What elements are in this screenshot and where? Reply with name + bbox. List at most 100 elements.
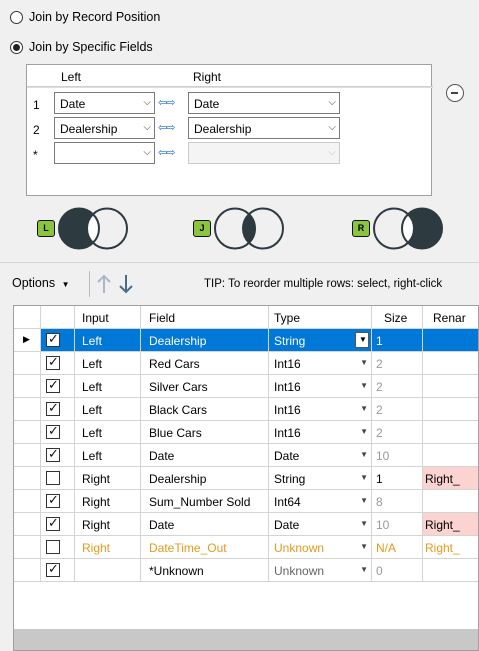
type-dropdown[interactable]: Int16 ▼ bbox=[269, 421, 372, 444]
size-cell[interactable]: 2 bbox=[372, 352, 423, 375]
type-dropdown[interactable]: String ▼ bbox=[269, 329, 372, 352]
join-table-header bbox=[27, 65, 433, 87]
rename-cell[interactable] bbox=[423, 398, 478, 421]
join-right-field-select[interactable]: Dealership ⌵ bbox=[188, 117, 340, 139]
row-header-cell[interactable] bbox=[14, 421, 41, 444]
rename-cell[interactable] bbox=[423, 559, 478, 582]
select-checkbox[interactable] bbox=[46, 377, 60, 393]
rename-column-header[interactable]: Renar bbox=[423, 306, 478, 329]
type-dropdown[interactable]: Unknown ▼ bbox=[269, 536, 372, 559]
type-dropdown[interactable]: Int16 ▼ bbox=[269, 375, 372, 398]
options-menu-button[interactable]: Options ▼ bbox=[12, 276, 70, 290]
row-header-cell[interactable] bbox=[14, 398, 41, 421]
rename-cell[interactable] bbox=[423, 421, 478, 444]
field-cell: Sum_Number Sold bbox=[141, 490, 269, 513]
right-join-output[interactable]: R bbox=[352, 206, 447, 251]
input-column-header[interactable]: Input bbox=[75, 306, 141, 329]
type-value: Int16 bbox=[274, 357, 301, 371]
rename-cell[interactable]: Right_ bbox=[423, 467, 478, 490]
join-right-value: Date bbox=[194, 97, 220, 111]
type-dropdown[interactable]: Date ▼ bbox=[269, 444, 372, 467]
type-dropdown[interactable]: Int16 ▼ bbox=[269, 352, 372, 375]
field-cell: Dealership bbox=[141, 329, 269, 352]
join-row-number: * bbox=[33, 148, 38, 162]
size-cell[interactable]: N/A bbox=[372, 536, 423, 559]
rename-cell[interactable]: Right_ bbox=[423, 536, 478, 559]
remove-row-button[interactable] bbox=[446, 84, 464, 102]
select-checkbox[interactable] bbox=[46, 331, 60, 347]
type-dropdown[interactable]: String ▼ bbox=[269, 467, 372, 490]
size-cell[interactable]: 2 bbox=[372, 421, 423, 444]
type-value: Int16 bbox=[274, 403, 301, 417]
row-header-cell[interactable] bbox=[14, 375, 41, 398]
row-header-cell[interactable] bbox=[14, 444, 41, 467]
join-left-field-select[interactable]: Dealership ⌵ bbox=[54, 117, 155, 139]
inner-join-output[interactable]: J bbox=[193, 206, 288, 251]
type-column-header[interactable]: Type bbox=[269, 306, 372, 329]
select-checkbox[interactable] bbox=[46, 561, 60, 577]
minus-icon bbox=[451, 92, 458, 94]
table-row[interactable]: ▶ LeftDealership String ▼1 bbox=[14, 329, 478, 352]
join-header-left: Left bbox=[61, 70, 82, 84]
select-checkbox[interactable] bbox=[46, 540, 60, 554]
record-position-label: Join by Record Position bbox=[29, 10, 161, 24]
select-checkbox[interactable] bbox=[46, 446, 60, 462]
rename-cell[interactable] bbox=[423, 375, 478, 398]
type-dropdown[interactable]: Int16 ▼ bbox=[269, 398, 372, 421]
select-checkbox[interactable] bbox=[46, 471, 60, 485]
table-row[interactable]: Right Dealership String ▼ 1 Right_ bbox=[14, 467, 478, 490]
left-join-output[interactable]: L bbox=[37, 206, 132, 251]
specific-fields-radio[interactable] bbox=[10, 41, 23, 54]
rename-cell[interactable] bbox=[423, 352, 478, 375]
size-column-header[interactable]: Size bbox=[372, 306, 423, 329]
rename-cell[interactable] bbox=[423, 490, 478, 513]
table-row[interactable]: LeftBlack Cars Int16 ▼ 2 bbox=[14, 398, 478, 421]
record-position-radio[interactable] bbox=[10, 11, 23, 24]
row-header-cell[interactable] bbox=[14, 559, 41, 582]
table-row[interactable]: LeftSilver Cars Int16 ▼ 2 bbox=[14, 375, 478, 398]
row-header-cell[interactable] bbox=[14, 513, 41, 536]
right-anchor-label: R bbox=[357, 223, 365, 233]
type-dropdown[interactable]: Date ▼ bbox=[269, 513, 372, 536]
table-row[interactable]: LeftBlue Cars Int16 ▼ 2 bbox=[14, 421, 478, 444]
row-header-cell[interactable]: ▶ bbox=[14, 329, 41, 352]
size-cell[interactable]: 0 bbox=[372, 559, 423, 582]
select-checkbox[interactable] bbox=[46, 354, 60, 370]
field-cell: Red Cars bbox=[141, 352, 269, 375]
size-cell[interactable]: 1 bbox=[372, 329, 423, 352]
field-column-header[interactable]: Field bbox=[141, 306, 269, 329]
join-left-field-select[interactable]: ⌵ bbox=[54, 142, 155, 164]
table-row[interactable]: Right DateTime_Out Unknown ▼ N/A Right_ bbox=[14, 536, 478, 559]
select-checkbox[interactable] bbox=[46, 400, 60, 416]
select-checkbox[interactable] bbox=[46, 423, 60, 439]
table-row[interactable]: RightDateDate▼10Right_ bbox=[14, 513, 478, 536]
chevron-down-icon: ⌵ bbox=[143, 97, 151, 108]
select-checkbox[interactable] bbox=[46, 515, 60, 531]
type-dropdown[interactable]: Int64 ▼ bbox=[269, 490, 372, 513]
rename-cell[interactable] bbox=[423, 444, 478, 467]
move-up-icon[interactable] bbox=[96, 274, 112, 294]
dropdown-arrow-icon: ▼ bbox=[360, 542, 368, 551]
size-cell[interactable]: 10 bbox=[372, 513, 423, 536]
rename-cell[interactable] bbox=[423, 329, 478, 352]
input-cell: Left bbox=[75, 444, 141, 467]
move-down-icon[interactable] bbox=[118, 274, 134, 294]
join-left-field-select[interactable]: Date ⌵ bbox=[54, 92, 155, 114]
join-right-field-select[interactable]: Date ⌵ bbox=[188, 92, 340, 114]
row-header-cell[interactable] bbox=[14, 490, 41, 513]
select-checkbox[interactable] bbox=[46, 492, 60, 508]
size-cell[interactable]: 2 bbox=[372, 398, 423, 421]
size-cell[interactable]: 10 bbox=[372, 444, 423, 467]
row-header-cell[interactable] bbox=[14, 536, 41, 559]
size-cell[interactable]: 2 bbox=[372, 375, 423, 398]
size-cell[interactable]: 1 bbox=[372, 467, 423, 490]
row-header-cell[interactable] bbox=[14, 352, 41, 375]
table-row[interactable]: *Unknown Unknown ▼ 0 bbox=[14, 559, 478, 582]
table-row[interactable]: RightSum_Number Sold Int64 ▼ 8 bbox=[14, 490, 478, 513]
table-row[interactable]: LeftRed Cars Int16 ▼ 2 bbox=[14, 352, 478, 375]
size-cell[interactable]: 8 bbox=[372, 490, 423, 513]
row-header-cell[interactable] bbox=[14, 467, 41, 490]
table-row[interactable]: LeftDateDate▼10 bbox=[14, 444, 478, 467]
type-dropdown[interactable]: Unknown ▼ bbox=[269, 559, 372, 582]
rename-cell[interactable]: Right_ bbox=[423, 513, 478, 536]
